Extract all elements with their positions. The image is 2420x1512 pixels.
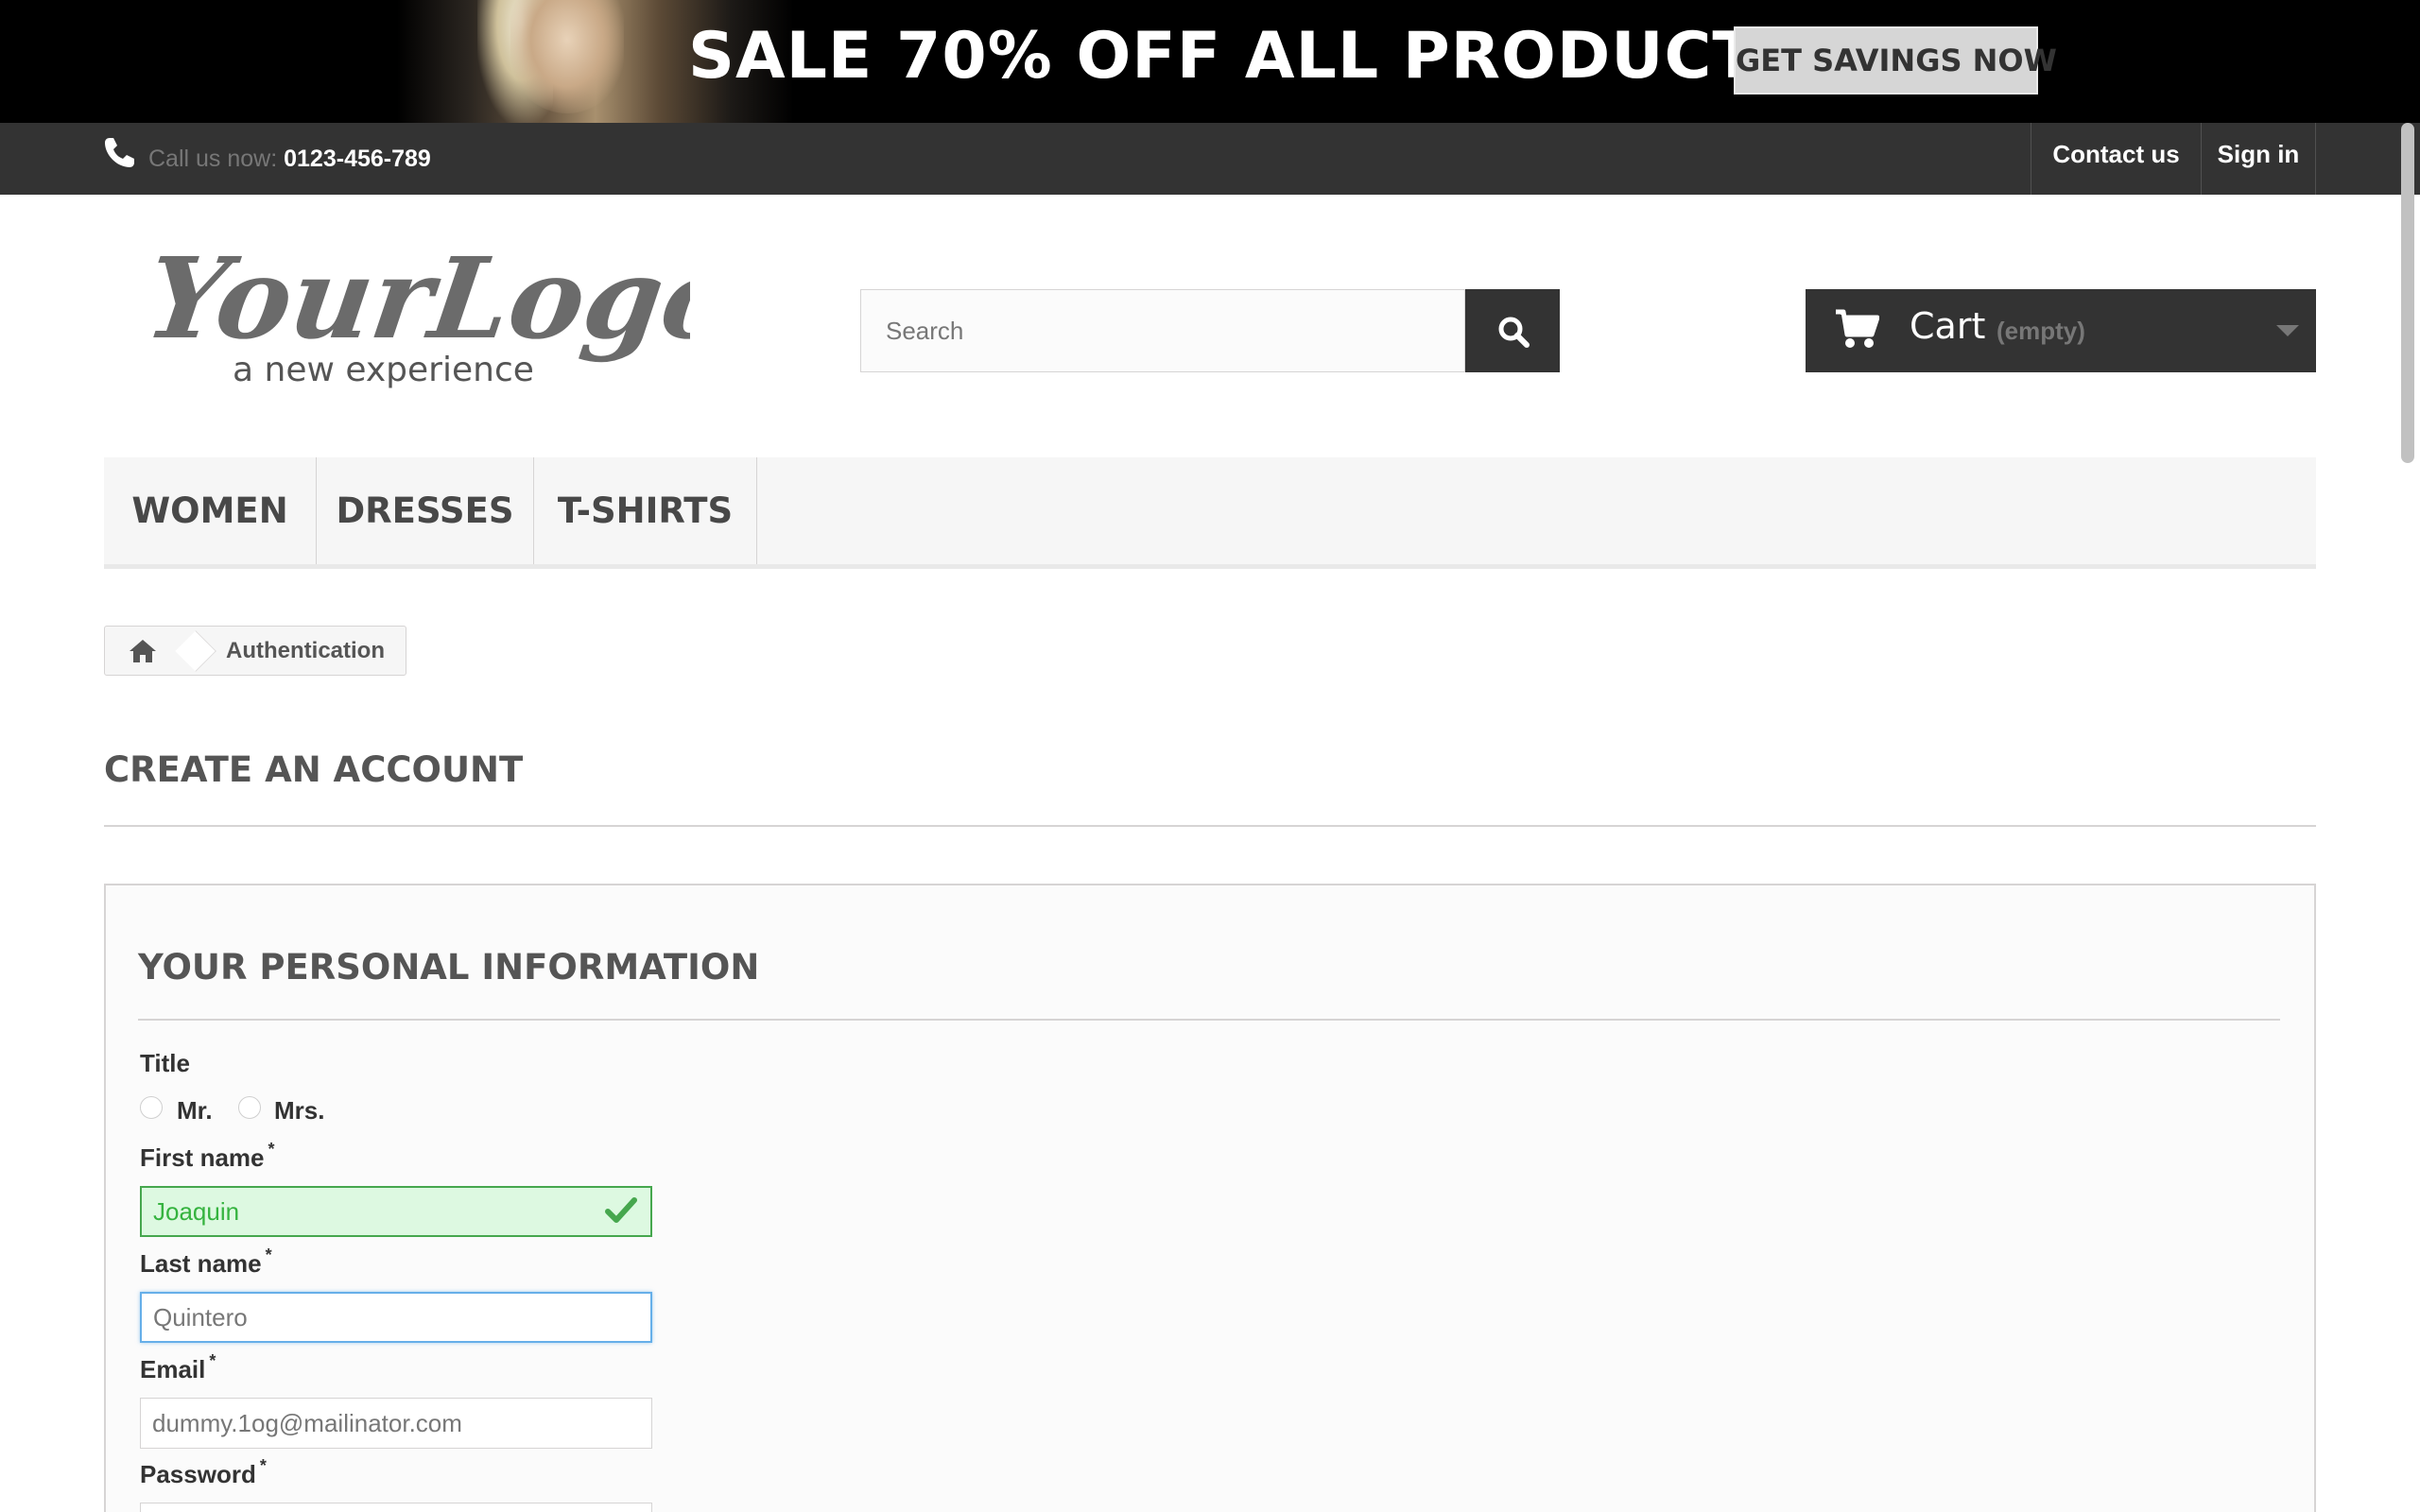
check-icon: [605, 1196, 637, 1229]
store-logo[interactable]: YourLogo a new experience: [138, 232, 746, 397]
breadcrumb: Authentication: [104, 626, 406, 676]
first-name-label-text: First name: [140, 1143, 265, 1172]
password-label: Password *: [140, 1456, 267, 1489]
menu-item-women[interactable]: WOMEN: [104, 457, 317, 564]
divider: [138, 1019, 2280, 1021]
password-label-text: Password: [140, 1460, 256, 1488]
chevron-down-icon: [2276, 325, 2299, 336]
title-mrs-label[interactable]: Mrs.: [274, 1096, 324, 1125]
search-input[interactable]: [860, 289, 1465, 372]
main-menu: WOMEN DRESSES T-SHIRTS: [104, 457, 2316, 569]
banner-model-face: [510, 0, 624, 113]
banner-sale-text: SALE 70% OFF ALL PRODUCTS: [688, 19, 1805, 94]
title-mr-label[interactable]: Mr.: [177, 1096, 213, 1125]
call-us-text: Call us now: 0123-456-789: [148, 146, 431, 173]
required-mark: *: [209, 1351, 216, 1370]
logo-tagline: a new experience: [233, 351, 534, 389]
title-mrs-radio[interactable]: [238, 1096, 261, 1119]
page-scrollbar[interactable]: [2401, 123, 2414, 463]
cart-label: Cart: [1910, 305, 1986, 347]
top-nav-bar: Call us now: 0123-456-789 Contact us Sig…: [0, 123, 2420, 195]
cart-icon: [1834, 308, 1880, 354]
search-button[interactable]: [1465, 289, 1560, 372]
sign-in-link[interactable]: Sign in: [2201, 123, 2316, 195]
breadcrumb-current: Authentication: [226, 638, 385, 663]
title-mr-radio[interactable]: [140, 1096, 163, 1119]
logo-wordmark: YourLogo: [151, 233, 690, 364]
cart-status: (empty): [1996, 317, 2085, 345]
promo-banner[interactable]: SALE 70% OFF ALL PRODUCTS GET SAVINGS NO…: [0, 0, 2420, 123]
menu-item-dresses[interactable]: DRESSES: [317, 457, 534, 564]
password-field[interactable]: [140, 1503, 652, 1512]
get-savings-button[interactable]: GET SAVINGS NOW: [1734, 26, 2057, 94]
required-mark: *: [265, 1246, 272, 1264]
last-name-label: Last name *: [140, 1246, 272, 1279]
title-label: Title: [140, 1049, 190, 1077]
required-mark: *: [268, 1140, 275, 1159]
cart-button[interactable]: Cart (empty): [1806, 289, 2316, 372]
divider: [104, 825, 2316, 827]
phone-number: 0123-456-789: [284, 146, 431, 172]
last-name-label-text: Last name: [140, 1249, 262, 1278]
email-label: Email *: [140, 1351, 216, 1384]
last-name-field[interactable]: [140, 1292, 652, 1343]
email-field[interactable]: [140, 1398, 652, 1449]
call-label: Call us now:: [148, 146, 285, 172]
phone-icon: [102, 136, 136, 170]
section-title: YOUR PERSONAL INFORMATION: [138, 947, 760, 988]
page-title: CREATE AN ACCOUNT: [104, 749, 524, 790]
contact-us-link[interactable]: Contact us: [2031, 123, 2201, 195]
email-label-text: Email: [140, 1355, 206, 1383]
menu-item-tshirts[interactable]: T-SHIRTS: [534, 457, 757, 564]
required-mark: *: [259, 1456, 267, 1475]
first-name-field[interactable]: [140, 1186, 652, 1237]
breadcrumb-home-link[interactable]: [105, 627, 182, 675]
first-name-label: First name *: [140, 1140, 275, 1173]
